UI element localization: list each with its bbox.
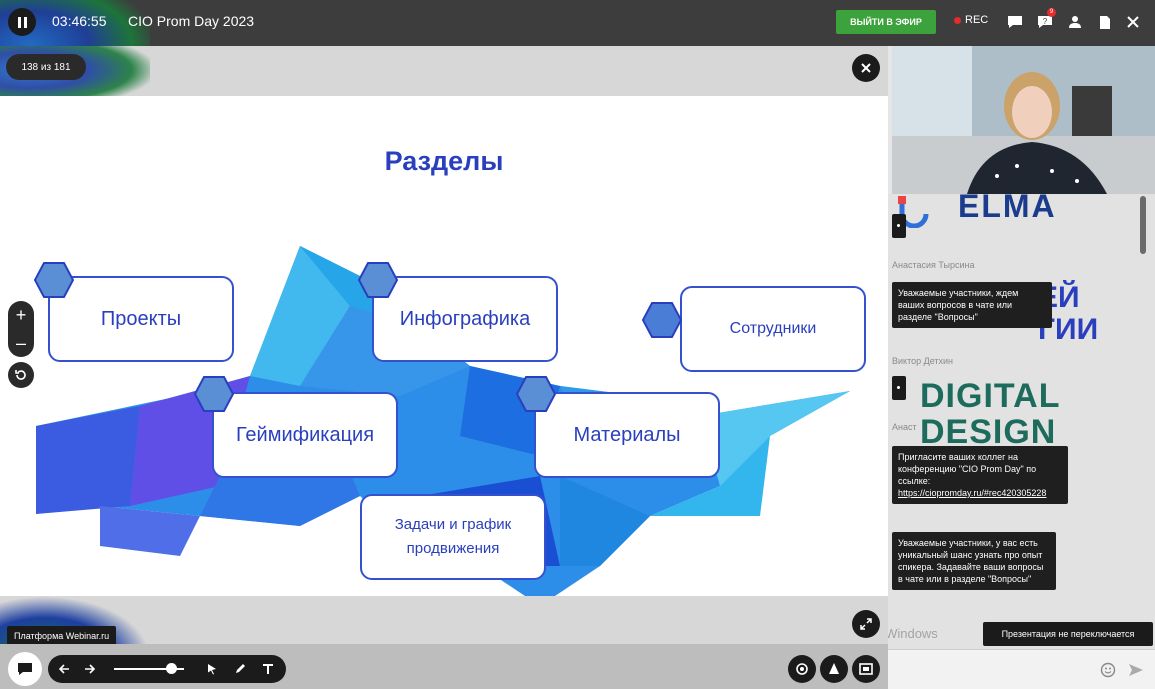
conference-link[interactable]: https://ciopromday.ru/#rec420305228 bbox=[898, 488, 1046, 498]
fullscreen-button[interactable] bbox=[852, 610, 880, 638]
chat-input-bar bbox=[888, 649, 1155, 689]
platform-label: Платформа Webinar.ru bbox=[7, 626, 117, 646]
questions-badge: 9 bbox=[1047, 8, 1056, 17]
chat-message: Уважаемые участники, ждем ваших вопросов… bbox=[892, 282, 1052, 328]
zoom-in-button[interactable]: + bbox=[8, 301, 34, 329]
chat-message-invite: Пригласите ваших коллег на конференцию "… bbox=[892, 446, 1068, 504]
microphone-icon[interactable] bbox=[820, 655, 848, 683]
pause-button[interactable] bbox=[8, 8, 36, 36]
event-title: CIO Prom Day 2023 bbox=[128, 13, 255, 29]
chat-scrollbar[interactable] bbox=[1140, 196, 1146, 254]
message-sender: Анаст bbox=[892, 422, 917, 432]
projects-hex-icon bbox=[34, 262, 74, 298]
previous-slide-icon[interactable] bbox=[54, 659, 74, 679]
windows-activation-watermark: Активация Windows bbox=[888, 626, 938, 641]
digital-design-logo: DIGITAL DESIGN bbox=[920, 377, 1061, 451]
notification-toast: Презентация не переключается bbox=[983, 622, 1153, 646]
chat-message-text: Пригласите ваших коллег на конференцию "… bbox=[898, 452, 1037, 486]
presentation-slide: Разделы Проекты Инфографика Сотрудники Г… bbox=[0, 96, 888, 596]
pen-icon[interactable] bbox=[230, 659, 250, 679]
participants-icon[interactable] bbox=[1064, 11, 1086, 33]
screen-share-icon[interactable] bbox=[852, 655, 880, 683]
message-sender: Виктор Детхин bbox=[892, 356, 954, 366]
pointer-icon[interactable] bbox=[202, 659, 222, 679]
reset-zoom-button[interactable] bbox=[8, 362, 34, 388]
broadcast-timer: 03:46:55 bbox=[52, 13, 107, 29]
slider-knob[interactable] bbox=[166, 663, 177, 674]
section-card-materials: Материалы bbox=[534, 392, 720, 478]
slide-counter: 138 из 181 bbox=[6, 54, 86, 80]
questions-icon[interactable]: ? 9 bbox=[1034, 8, 1056, 33]
employees-hex-icon bbox=[642, 302, 682, 338]
chat-message: Уважаемые участники, у вас есть уникальн… bbox=[892, 532, 1056, 590]
materials-hex-icon bbox=[516, 376, 556, 412]
camera-icon[interactable] bbox=[788, 655, 816, 683]
close-panel-icon[interactable] bbox=[1122, 11, 1144, 33]
message-sender: Анастасия Тырсина bbox=[892, 260, 975, 270]
section-card-employees: Сотрудники bbox=[680, 286, 866, 372]
chat-icon[interactable] bbox=[1004, 11, 1026, 33]
speaker-video-frame bbox=[892, 46, 1155, 194]
right-panel: ELMA Анастасия Тырсина ЕЙ ГИИ Уважаемые … bbox=[888, 46, 1155, 689]
top-bar: 03:46:55 CIO Prom Day 2023 ВЫЙТИ В ЭФИР … bbox=[0, 0, 1155, 110]
section-card-tasks: Задачи и график продвижения bbox=[360, 494, 546, 580]
presentation-stage: 138 из 181 Разделы Проекты Инфографика С bbox=[0, 46, 888, 656]
record-dot-icon bbox=[954, 16, 961, 24]
infographics-hex-icon bbox=[358, 262, 398, 298]
chat-action-mini[interactable] bbox=[892, 376, 906, 400]
gamification-hex-icon bbox=[194, 376, 234, 412]
speaker-video[interactable] bbox=[892, 46, 1155, 194]
emoji-icon[interactable] bbox=[1100, 662, 1116, 683]
slide-title: Разделы bbox=[384, 146, 504, 176]
zoom-controls: + – bbox=[8, 301, 34, 357]
record-indicator[interactable]: REC bbox=[954, 14, 988, 26]
document-icon[interactable] bbox=[1094, 11, 1116, 33]
go-live-button[interactable]: ВЫЙТИ В ЭФИР bbox=[836, 10, 936, 34]
section-card-gamification: Геймификация bbox=[212, 392, 398, 478]
zoom-out-button[interactable]: – bbox=[8, 329, 34, 357]
record-label: REC bbox=[965, 14, 989, 26]
close-presentation-button[interactable] bbox=[852, 54, 880, 82]
chat-toggle-mini[interactable] bbox=[892, 214, 906, 238]
chat-message-input[interactable] bbox=[896, 660, 1086, 680]
section-card-infographics: Инфографика bbox=[372, 276, 558, 362]
bottom-toolbar bbox=[0, 644, 888, 689]
section-card-projects: Проекты bbox=[48, 276, 234, 362]
svg-text:?: ? bbox=[1043, 17, 1048, 26]
text-tool-icon[interactable] bbox=[258, 659, 278, 679]
elma-logo: ELMA bbox=[958, 188, 1057, 224]
drawing-tools bbox=[48, 655, 286, 683]
send-icon[interactable] bbox=[1128, 662, 1144, 683]
chat-toggle-button[interactable] bbox=[8, 652, 42, 686]
next-slide-icon[interactable] bbox=[80, 659, 100, 679]
